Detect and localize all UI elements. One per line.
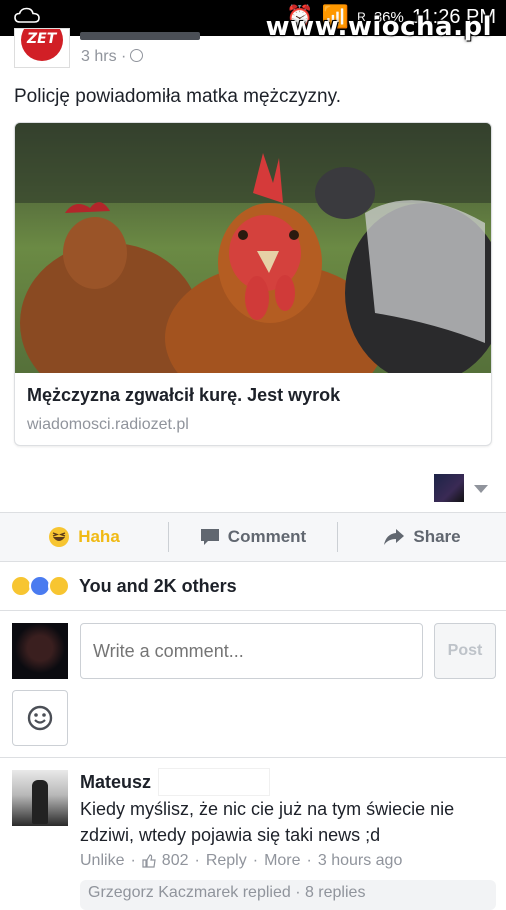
haha-button[interactable]: Haha [0,513,168,561]
comment-author[interactable]: Mateusz [80,772,151,793]
unlike-link[interactable]: Unlike [80,852,124,870]
comment-actions: Unlike · 802 · Reply · More · 3 hours ag… [80,852,402,870]
post-text: Policję powiadomiła matka mężczyzny. [14,86,341,107]
reaction-icons [10,575,70,597]
more-link[interactable]: More [264,852,300,870]
globe-icon [130,49,144,62]
share-icon [384,529,405,545]
comment-button[interactable]: Comment [169,513,337,561]
smiley-icon [27,705,53,731]
profile-thumbnail [434,474,464,502]
cloud-icon [14,7,40,23]
wow-icon [48,575,70,597]
action-bar: Haha Comment Share [0,512,506,562]
divider [0,757,506,758]
divider [0,610,506,611]
page-avatar[interactable]: ZET [14,28,70,68]
dot-separator: · [130,852,136,869]
share-button[interactable]: Share [338,513,506,561]
thumbs-up-icon [142,854,156,868]
comment-text: Kiedy myślisz, że nic cie już na tym świ… [80,799,455,845]
share-label: Share [413,527,461,546]
reply-link[interactable]: Reply [206,852,247,870]
sticker-button[interactable] [12,690,68,746]
link-title[interactable]: Mężczyzna zgwałcił kurę. Jest wyrok [27,385,340,406]
reactions-summary[interactable]: You and 2K others [10,570,237,602]
comment-input[interactable] [80,623,423,679]
post-time-text: 3 hrs · [81,48,127,65]
dot-separator: · [306,852,312,869]
dot-separator: · [194,852,200,869]
comment-time: 3 hours ago [317,852,403,869]
logo-text: ZET [27,31,57,47]
post-header: ZET 3 hrs · [14,28,494,72]
user-avatar[interactable] [12,623,68,679]
page-name-cropped[interactable] [80,32,200,40]
haha-label: Haha [78,527,120,546]
post-button[interactable]: Post [434,623,496,679]
link-preview-image[interactable] [15,123,492,373]
like-count[interactable]: 802 [162,852,189,870]
redacted-surname [158,768,270,796]
haha-icon [49,527,70,547]
reactions-text: You and 2K others [79,575,237,596]
link-domain: wiadomosci.radiozet.pl [27,416,189,433]
reaction-profile-selector[interactable] [434,474,494,504]
post-time[interactable]: 3 hrs · [81,48,144,66]
dot-separator: · [252,852,259,869]
comment-icon [200,529,219,545]
link-preview-card[interactable]: Mężczyzna zgwałcił kurę. Jest wyrok wiad… [14,122,492,446]
replies-preview[interactable]: Grzegorz Kaczmarek replied · 8 replies [80,880,496,910]
commenter-avatar[interactable] [12,770,68,826]
comment-label: Comment [227,527,307,546]
chevron-down-icon[interactable] [474,485,488,493]
